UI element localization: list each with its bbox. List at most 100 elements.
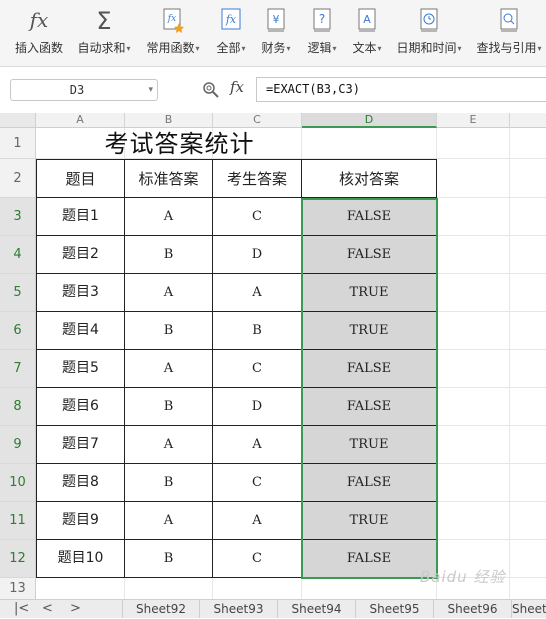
data-cell[interactable]: FALSE	[302, 198, 437, 236]
data-cell[interactable]: A	[125, 502, 213, 540]
finance-button[interactable]: ¥ 财务▾	[256, 4, 296, 60]
svg-text:fx: fx	[28, 8, 49, 32]
svg-text:?: ?	[319, 12, 325, 26]
data-cell[interactable]: A	[213, 274, 302, 312]
sheet-tab[interactable]: Sheet92	[122, 600, 200, 618]
data-cell[interactable]: D	[213, 236, 302, 274]
data-cell[interactable]: 题目6	[36, 388, 125, 426]
lookup-button[interactable]: 查找与引用▾	[473, 4, 545, 60]
star-function-icon: fx	[142, 6, 204, 34]
column-header-c[interactable]: C	[213, 113, 302, 128]
header-cell-standard-answer[interactable]: 标准答案	[125, 159, 213, 198]
next-sheet-button[interactable]: >	[70, 601, 81, 617]
select-all-corner[interactable]	[0, 113, 36, 128]
row-header-4[interactable]: 4	[0, 236, 36, 274]
data-cell[interactable]: 题目10	[36, 540, 125, 578]
data-cell[interactable]: B	[125, 236, 213, 274]
data-cell[interactable]: 题目7	[36, 426, 125, 464]
data-cell[interactable]: 题目9	[36, 502, 125, 540]
row-header-11[interactable]: 11	[0, 502, 36, 540]
data-cell[interactable]: A	[213, 502, 302, 540]
data-cell[interactable]: A	[125, 350, 213, 388]
sheet-tab[interactable]: Sheet96	[434, 600, 512, 618]
data-cell[interactable]: B	[125, 312, 213, 350]
data-cell[interactable]: TRUE	[302, 426, 437, 464]
data-cell[interactable]: D	[213, 388, 302, 426]
sheet-tabs-bar: |< < > Sheet92 Sheet93 Sheet94 Sheet95 Sheet…	[0, 599, 546, 618]
column-header-d[interactable]: D	[302, 113, 437, 128]
header-cell-student-answer[interactable]: 考生答案	[213, 159, 302, 198]
name-box[interactable]: D3 ▾	[10, 79, 158, 101]
data-cell[interactable]: 题目3	[36, 274, 125, 312]
column-header-f[interactable]	[510, 113, 546, 128]
row-header-10[interactable]: 10	[0, 464, 36, 502]
formula-input[interactable]: =EXACT(B3,C3)	[256, 77, 546, 102]
header-cell-check-answer[interactable]: 核对答案	[302, 159, 437, 198]
search-book-icon	[473, 6, 545, 34]
column-header-e[interactable]: E	[437, 113, 510, 128]
data-cell[interactable]: 题目2	[36, 236, 125, 274]
data-cell[interactable]: C	[213, 540, 302, 578]
data-cell[interactable]: 题目8	[36, 464, 125, 502]
data-cell[interactable]: 题目5	[36, 350, 125, 388]
fx-box-icon: fx	[212, 6, 250, 34]
sigma-icon: Σ	[74, 6, 134, 34]
data-cell[interactable]: FALSE	[302, 464, 437, 502]
column-header-a[interactable]: A	[36, 113, 125, 128]
question-book-icon: ?	[302, 6, 342, 34]
data-cell[interactable]: TRUE	[302, 274, 437, 312]
data-cell[interactable]: B	[213, 312, 302, 350]
data-cell[interactable]: C	[213, 198, 302, 236]
spreadsheet-grid[interactable]: A B C D E 1 2 3 4 5 6 7 8 9 10 11 12 13 考试答案统计 题目 标准答案 考生答案 核对…	[0, 113, 546, 599]
gridline-v	[509, 128, 510, 599]
data-cell[interactable]: FALSE	[302, 540, 437, 578]
fx-icon[interactable]: fx	[230, 78, 244, 96]
first-sheet-button[interactable]: |<	[14, 601, 29, 617]
data-cell[interactable]: 题目1	[36, 198, 125, 236]
data-cell[interactable]: TRUE	[302, 502, 437, 540]
row-header-9[interactable]: 9	[0, 426, 36, 464]
row-header-7[interactable]: 7	[0, 350, 36, 388]
function-ribbon: fx 插入函数 Σ 自动求和▾ fx 常用函数▾ fx 全部▾ ¥ 财务▾ ? …	[0, 0, 546, 67]
row-header-5[interactable]: 5	[0, 274, 36, 312]
common-functions-button[interactable]: fx 常用函数▾	[142, 4, 204, 60]
autosum-button[interactable]: Σ 自动求和▾	[74, 4, 134, 60]
formula-bar: D3 ▾ fx =EXACT(B3,C3)	[0, 67, 546, 114]
header-cell-question[interactable]: 题目	[36, 159, 125, 198]
data-cell[interactable]: A	[213, 426, 302, 464]
data-cell[interactable]: FALSE	[302, 388, 437, 426]
sheet-tab[interactable]: Sheet94	[278, 600, 356, 618]
datetime-button[interactable]: 日期和时间▾	[393, 4, 465, 60]
data-cell[interactable]: B	[125, 464, 213, 502]
data-cell[interactable]: TRUE	[302, 312, 437, 350]
data-cell[interactable]: A	[125, 274, 213, 312]
data-cell[interactable]: C	[213, 350, 302, 388]
row-header-8[interactable]: 8	[0, 388, 36, 426]
chevron-down-icon[interactable]: ▾	[148, 80, 153, 100]
text-functions-button[interactable]: A 文本▾	[347, 4, 387, 60]
data-cell[interactable]: B	[125, 388, 213, 426]
zoom-search-icon[interactable]	[202, 81, 220, 103]
data-cell[interactable]: FALSE	[302, 350, 437, 388]
insert-function-button[interactable]: fx 插入函数	[8, 4, 70, 60]
data-cell[interactable]: A	[125, 426, 213, 464]
sheet-tab[interactable]: Sheet9	[512, 600, 546, 618]
row-header-2[interactable]: 2	[0, 159, 36, 198]
row-header-1[interactable]: 1	[0, 128, 36, 159]
data-cell[interactable]: B	[125, 540, 213, 578]
column-header-b[interactable]: B	[125, 113, 213, 128]
logic-button[interactable]: ? 逻辑▾	[302, 4, 342, 60]
data-cell[interactable]: C	[213, 464, 302, 502]
row-header-6[interactable]: 6	[0, 312, 36, 350]
sheet-title-cell[interactable]: 考试答案统计	[36, 128, 303, 159]
row-header-13[interactable]: 13	[0, 578, 36, 599]
data-cell[interactable]: 题目4	[36, 312, 125, 350]
sheet-tab[interactable]: Sheet93	[200, 600, 278, 618]
all-functions-button[interactable]: fx 全部▾	[212, 4, 250, 60]
prev-sheet-button[interactable]: <	[42, 601, 53, 617]
row-header-12[interactable]: 12	[0, 540, 36, 578]
row-header-3[interactable]: 3	[0, 198, 36, 236]
data-cell[interactable]: FALSE	[302, 236, 437, 274]
data-cell[interactable]: A	[125, 198, 213, 236]
sheet-tab[interactable]: Sheet95	[356, 600, 434, 618]
